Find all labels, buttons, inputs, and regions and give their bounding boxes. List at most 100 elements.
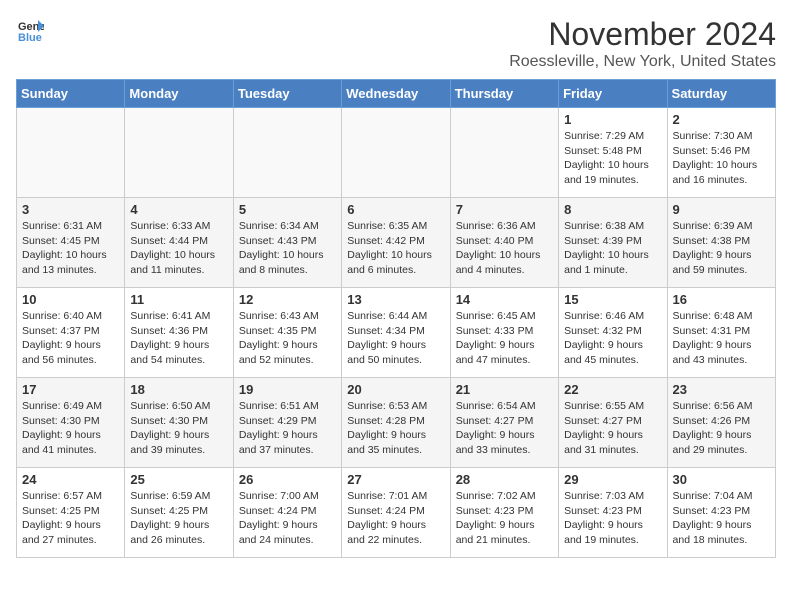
day-cell: 4Sunrise: 6:33 AM Sunset: 4:44 PM Daylig… bbox=[125, 198, 233, 288]
day-info: Sunrise: 6:56 AM Sunset: 4:26 PM Dayligh… bbox=[673, 399, 770, 458]
day-cell bbox=[233, 108, 341, 198]
logo: General Blue bbox=[16, 16, 44, 44]
day-cell bbox=[342, 108, 450, 198]
day-number: 30 bbox=[673, 472, 770, 487]
day-number: 3 bbox=[22, 202, 119, 217]
day-cell: 21 Sunrise: 6:54 AM Sunset: 4:27 PM Dayli… bbox=[450, 378, 558, 468]
day-info: Sunrise: 6:41 AM Sunset: 4:36 PM Dayligh… bbox=[130, 309, 227, 368]
day-info: Sunrise: 6:39 AM Sunset: 4:38 PM Dayligh… bbox=[673, 219, 770, 278]
day-number: 24 bbox=[22, 472, 119, 487]
day-number: 7 bbox=[456, 202, 553, 217]
day-cell: 16 Sunrise: 6:48 AM Sunset: 4:31 PM Dayli… bbox=[667, 288, 775, 378]
day-info: Sunrise: 6:57 AM Sunset: 4:25 PM Dayligh… bbox=[22, 489, 119, 548]
day-number: 1 bbox=[564, 112, 661, 127]
day-number: 21 bbox=[456, 382, 553, 397]
day-cell: 3 Sunrise: 6:31 AM Sunset: 4:45 PM Daylig… bbox=[17, 198, 125, 288]
day-info: Sunrise: 6:33 AM Sunset: 4:44 PM Dayligh… bbox=[130, 219, 227, 278]
day-cell: 22 Sunrise: 6:55 AM Sunset: 4:27 PM Dayli… bbox=[559, 378, 667, 468]
day-info: Sunrise: 6:34 AM Sunset: 4:43 PM Dayligh… bbox=[239, 219, 336, 278]
day-number: 11 bbox=[130, 292, 227, 307]
day-info: Sunrise: 6:38 AM Sunset: 4:39 PM Dayligh… bbox=[564, 219, 661, 278]
day-info: Sunrise: 6:44 AM Sunset: 4:34 PM Dayligh… bbox=[347, 309, 444, 368]
day-cell: 25Sunrise: 6:59 AM Sunset: 4:25 PM Dayli… bbox=[125, 468, 233, 558]
day-number: 6 bbox=[347, 202, 444, 217]
week-row-3: 10 Sunrise: 6:40 AM Sunset: 4:37 PM Dayli… bbox=[17, 288, 776, 378]
day-number: 22 bbox=[564, 382, 661, 397]
day-cell bbox=[450, 108, 558, 198]
day-cell: 5 Sunrise: 6:34 AM Sunset: 4:43 PM Daylig… bbox=[233, 198, 341, 288]
day-number: 18 bbox=[130, 382, 227, 397]
weekday-header-wednesday: Wednesday bbox=[342, 80, 450, 108]
day-info: Sunrise: 6:45 AM Sunset: 4:33 PM Dayligh… bbox=[456, 309, 553, 368]
day-info: Sunrise: 6:35 AM Sunset: 4:42 PM Dayligh… bbox=[347, 219, 444, 278]
day-info: Sunrise: 7:02 AM Sunset: 4:23 PM Dayligh… bbox=[456, 489, 553, 548]
day-info: Sunrise: 6:54 AM Sunset: 4:27 PM Dayligh… bbox=[456, 399, 553, 458]
day-number: 17 bbox=[22, 382, 119, 397]
day-info: Sunrise: 6:46 AM Sunset: 4:32 PM Dayligh… bbox=[564, 309, 661, 368]
day-cell: 18 Sunrise: 6:50 AM Sunset: 4:30 PM Dayli… bbox=[125, 378, 233, 468]
day-number: 20 bbox=[347, 382, 444, 397]
calendar-table: SundayMondayTuesdayWednesdayThursdayFrid… bbox=[16, 79, 776, 558]
location: Roessleville, New York, United States bbox=[509, 53, 776, 71]
day-number: 13 bbox=[347, 292, 444, 307]
day-info: Sunrise: 6:55 AM Sunset: 4:27 PM Dayligh… bbox=[564, 399, 661, 458]
svg-text:Blue: Blue bbox=[18, 32, 42, 44]
week-row-4: 17 Sunrise: 6:49 AM Sunset: 4:30 PM Dayli… bbox=[17, 378, 776, 468]
weekday-header-saturday: Saturday bbox=[667, 80, 775, 108]
day-cell: 26Sunrise: 7:00 AM Sunset: 4:24 PM Dayli… bbox=[233, 468, 341, 558]
day-info: Sunrise: 7:00 AM Sunset: 4:24 PM Dayligh… bbox=[239, 489, 336, 548]
day-info: Sunrise: 6:51 AM Sunset: 4:29 PM Dayligh… bbox=[239, 399, 336, 458]
day-cell: 13 Sunrise: 6:44 AM Sunset: 4:34 PM Dayli… bbox=[342, 288, 450, 378]
day-info: Sunrise: 6:43 AM Sunset: 4:35 PM Dayligh… bbox=[239, 309, 336, 368]
day-info: Sunrise: 7:03 AM Sunset: 4:23 PM Dayligh… bbox=[564, 489, 661, 548]
day-cell: 27Sunrise: 7:01 AM Sunset: 4:24 PM Dayli… bbox=[342, 468, 450, 558]
day-number: 27 bbox=[347, 472, 444, 487]
day-cell: 6 Sunrise: 6:35 AM Sunset: 4:42 PM Daylig… bbox=[342, 198, 450, 288]
day-number: 16 bbox=[673, 292, 770, 307]
day-info: Sunrise: 6:49 AM Sunset: 4:30 PM Dayligh… bbox=[22, 399, 119, 458]
day-number: 8 bbox=[564, 202, 661, 217]
weekday-header-thursday: Thursday bbox=[450, 80, 558, 108]
day-cell: 1 Sunrise: 7:29 AM Sunset: 5:48 PM Daylig… bbox=[559, 108, 667, 198]
day-cell: 30Sunrise: 7:04 AM Sunset: 4:23 PM Dayli… bbox=[667, 468, 775, 558]
day-number: 15 bbox=[564, 292, 661, 307]
week-row-1: 1 Sunrise: 7:29 AM Sunset: 5:48 PM Daylig… bbox=[17, 108, 776, 198]
day-cell: 7 Sunrise: 6:36 AM Sunset: 4:40 PM Daylig… bbox=[450, 198, 558, 288]
day-info: Sunrise: 6:36 AM Sunset: 4:40 PM Dayligh… bbox=[456, 219, 553, 278]
day-number: 19 bbox=[239, 382, 336, 397]
weekday-header-row: SundayMondayTuesdayWednesdayThursdayFrid… bbox=[17, 80, 776, 108]
day-number: 14 bbox=[456, 292, 553, 307]
day-info: Sunrise: 6:53 AM Sunset: 4:28 PM Dayligh… bbox=[347, 399, 444, 458]
weekday-header-friday: Friday bbox=[559, 80, 667, 108]
day-cell: 2Sunrise: 7:30 AM Sunset: 5:46 PM Daylig… bbox=[667, 108, 775, 198]
day-cell: 9Sunrise: 6:39 AM Sunset: 4:38 PM Daylig… bbox=[667, 198, 775, 288]
day-cell: 29Sunrise: 7:03 AM Sunset: 4:23 PM Dayli… bbox=[559, 468, 667, 558]
day-info: Sunrise: 6:48 AM Sunset: 4:31 PM Dayligh… bbox=[673, 309, 770, 368]
title-section: November 2024 Roessleville, New York, Un… bbox=[509, 16, 776, 71]
day-cell: 17 Sunrise: 6:49 AM Sunset: 4:30 PM Dayli… bbox=[17, 378, 125, 468]
day-cell: 23 Sunrise: 6:56 AM Sunset: 4:26 PM Dayli… bbox=[667, 378, 775, 468]
day-cell: 8 Sunrise: 6:38 AM Sunset: 4:39 PM Daylig… bbox=[559, 198, 667, 288]
weekday-header-monday: Monday bbox=[125, 80, 233, 108]
day-cell: 15 Sunrise: 6:46 AM Sunset: 4:32 PM Dayli… bbox=[559, 288, 667, 378]
day-info: Sunrise: 7:29 AM Sunset: 5:48 PM Dayligh… bbox=[564, 129, 661, 188]
day-cell: 24 Sunrise: 6:57 AM Sunset: 4:25 PM Dayli… bbox=[17, 468, 125, 558]
day-number: 10 bbox=[22, 292, 119, 307]
day-cell: 11 Sunrise: 6:41 AM Sunset: 4:36 PM Dayli… bbox=[125, 288, 233, 378]
day-info: Sunrise: 6:31 AM Sunset: 4:45 PM Dayligh… bbox=[22, 219, 119, 278]
month-title: November 2024 bbox=[509, 16, 776, 53]
weekday-header-sunday: Sunday bbox=[17, 80, 125, 108]
day-cell: 10 Sunrise: 6:40 AM Sunset: 4:37 PM Dayli… bbox=[17, 288, 125, 378]
weekday-header-tuesday: Tuesday bbox=[233, 80, 341, 108]
day-cell: 12 Sunrise: 6:43 AM Sunset: 4:35 PM Dayli… bbox=[233, 288, 341, 378]
day-cell bbox=[17, 108, 125, 198]
day-info: Sunrise: 6:40 AM Sunset: 4:37 PM Dayligh… bbox=[22, 309, 119, 368]
logo-icon: General Blue bbox=[16, 16, 44, 44]
week-row-5: 24 Sunrise: 6:57 AM Sunset: 4:25 PM Dayli… bbox=[17, 468, 776, 558]
day-info: Sunrise: 6:59 AM Sunset: 4:25 PM Dayligh… bbox=[130, 489, 227, 548]
day-info: Sunrise: 6:50 AM Sunset: 4:30 PM Dayligh… bbox=[130, 399, 227, 458]
day-number: 12 bbox=[239, 292, 336, 307]
header: General Blue November 2024 Roessleville,… bbox=[16, 16, 776, 71]
day-number: 23 bbox=[673, 382, 770, 397]
day-number: 5 bbox=[239, 202, 336, 217]
